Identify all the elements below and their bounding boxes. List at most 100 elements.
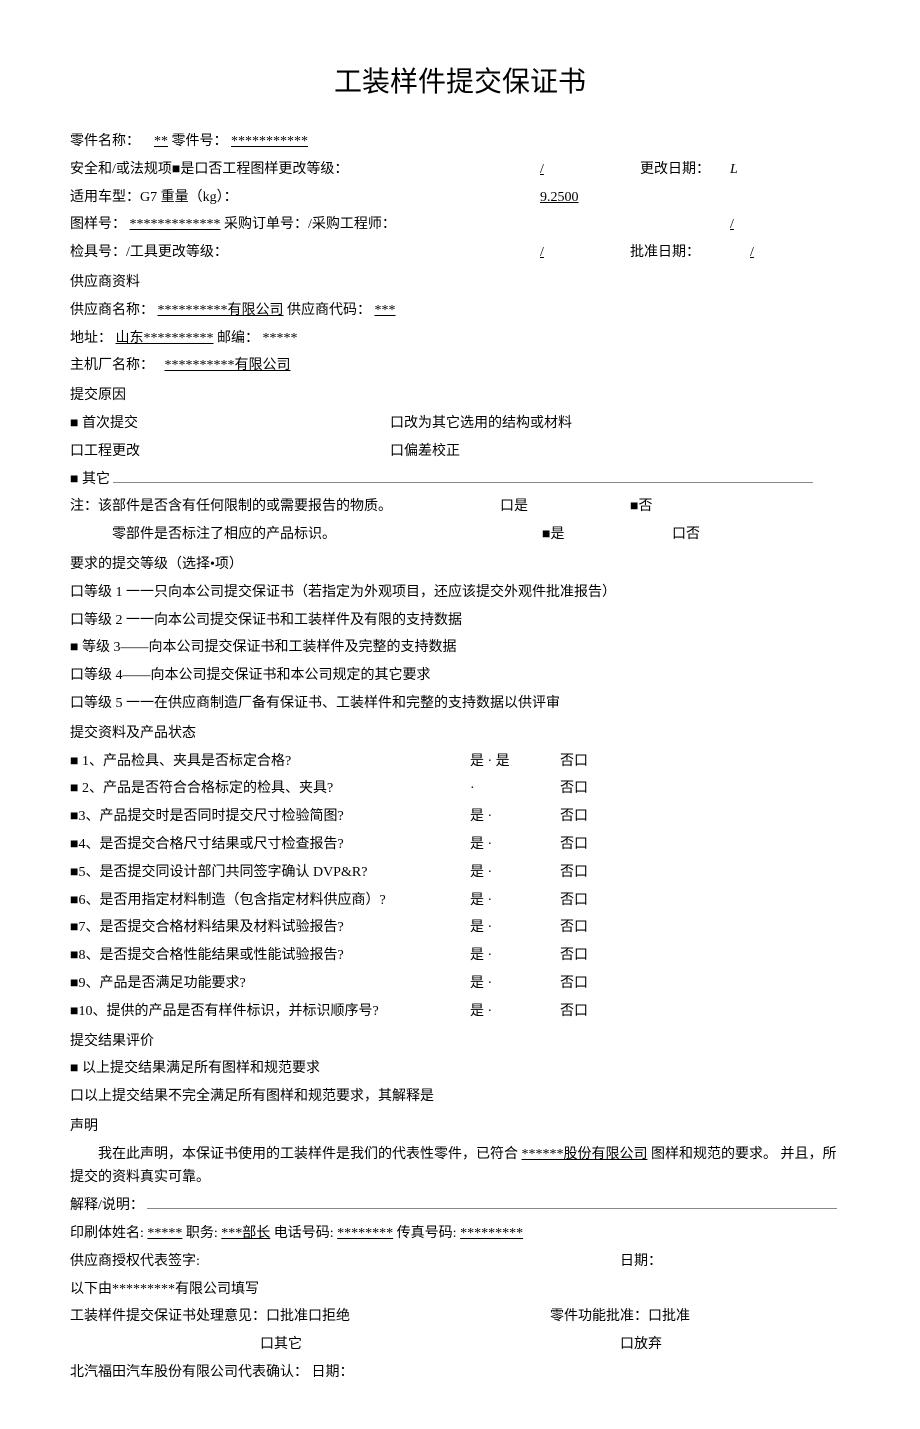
opinion-label: 工装样件提交保证书处理意见：口批准口拒绝 <box>70 1305 550 1329</box>
status-yes: 是 · <box>470 1000 560 1024</box>
supplier-addr-label: 地址： <box>70 331 112 346</box>
status-yes: 是 · <box>470 916 560 940</box>
supplier-code-label: 供应商代码： <box>287 303 371 318</box>
status-yes: · <box>470 777 560 801</box>
part-name-value: ** <box>154 134 168 149</box>
below-line: 以下由*********有限公司填写 <box>70 1278 850 1302</box>
level-3: ■ 等级 3——向本公司提交保证书和工装样件及完整的支持数据 <box>70 636 850 660</box>
status-no: 否口 <box>560 805 650 829</box>
explain-label: 解释/说明： <box>70 1198 144 1213</box>
model-value: 9.2500 <box>540 190 579 205</box>
oem-line: 主机厂名称： **********有限公司 <box>70 354 850 378</box>
status-no: 否口 <box>560 861 650 885</box>
supplier-zip-value: ***** <box>263 331 298 346</box>
result-ng: 口以上提交结果不完全满足所有图样和规范要求，其解释是 <box>70 1085 850 1109</box>
status-row: ■9、产品是否满足功能要求?是 ·否口 <box>70 972 850 996</box>
status-row: ■ 2、产品是否符合合格标定的检具、夹具?·否口 <box>70 777 850 801</box>
print-label: 印刷体姓名: <box>70 1226 144 1241</box>
print-value: ***** <box>147 1226 182 1241</box>
status-q: ■ 1、产品检具、夹具是否标定合格? <box>70 750 470 774</box>
tel-label: 电话号码: <box>274 1226 334 1241</box>
supplier-name-line: 供应商名称： **********有限公司 供应商代码： *** <box>70 299 850 323</box>
decl-body: 我在此声明，本保证书使用的工装样件是我们的代表性零件，已符合 ******股份有… <box>70 1143 850 1191</box>
status-q: ■3、产品提交时是否同时提交尺寸检验简图? <box>70 805 470 829</box>
safety-label: 安全和/或法规项■是口否工程图样更改等级： <box>70 158 540 182</box>
reason-first: ■ 首次提交 <box>70 412 390 436</box>
decl-header: 声明 <box>70 1115 850 1139</box>
decl-company: ******股份有限公司 <box>522 1147 648 1162</box>
opinion-line: 工装样件提交保证书处理意见：口批准口拒绝 零件功能批准：口批准 <box>70 1305 850 1329</box>
status-no: 否口 <box>560 777 650 801</box>
title-label: 职务: <box>186 1226 218 1241</box>
reason-other-line: ■ 其它 <box>70 468 850 492</box>
supplier-code-value: *** <box>375 303 396 318</box>
supplier-zip-label: 邮编： <box>217 331 259 346</box>
reason-row1: ■ 首次提交 口改为其它选用的结构或材料 <box>70 412 850 436</box>
level-2: 口等级 2 一一向本公司提交保证书和工装样件及有限的支持数据 <box>70 609 850 633</box>
status-yes: 是 · <box>470 889 560 913</box>
status-row: ■ 1、产品检具、夹具是否标定合格?是 · 是否口 <box>70 750 850 774</box>
status-row: ■3、产品提交时是否同时提交尺寸检验简图?是 ·否口 <box>70 805 850 829</box>
status-no: 否口 <box>560 833 650 857</box>
page-title: 工装样件提交保证书 <box>70 60 850 100</box>
status-yes: 是 · <box>470 972 560 996</box>
status-yes: 是 · <box>470 944 560 968</box>
drawing-value: ************* <box>130 217 221 232</box>
reason-material: 口改为其它选用的结构或材料 <box>390 412 850 436</box>
tel-value: ******** <box>337 1226 393 1241</box>
status-row: ■6、是否用指定材料制造（包含指定材料供应商）?是 ·否口 <box>70 889 850 913</box>
result-header: 提交结果评价 <box>70 1030 850 1054</box>
status-no: 否口 <box>560 916 650 940</box>
gauge-slash: / <box>540 245 544 260</box>
restricted-q2-yes: ■是 <box>542 523 672 547</box>
restricted-q1: 注：该部件是否含有任何限制的或需要报告的物质。 口是 ■否 <box>70 495 850 519</box>
explain-line: 解释/说明： <box>70 1194 850 1218</box>
change-date-value: L <box>730 162 738 177</box>
abandon-label: 口放弃 <box>620 1333 662 1357</box>
gauge-line: 检具号：/工具更改等级： / 批准日期： / <box>70 241 850 265</box>
decl-body1: 我在此声明，本保证书使用的工装样件是我们的代表性零件，已符合 <box>98 1147 518 1162</box>
oem-label: 主机厂名称： <box>70 358 154 373</box>
reason-row2: 口工程更改 口偏差校正 <box>70 440 850 464</box>
result-ok: ■ 以上提交结果满足所有图样和规范要求 <box>70 1057 850 1081</box>
reason-other-blank <box>113 468 813 483</box>
level-1: 口等级 1 一一只向本公司提交保证书（若指定为外观项目，还应该提交外观件批准报告… <box>70 581 850 605</box>
part-no-value: *********** <box>231 134 308 149</box>
restricted-q1-no: ■否 <box>630 495 760 519</box>
level-4: 口等级 4——向本公司提交保证书和本公司规定的其它要求 <box>70 664 850 688</box>
other-line: 口其它 口放弃 <box>70 1333 850 1357</box>
status-yes: 是 · <box>470 861 560 885</box>
status-row: ■5、是否提交同设计部门共同签字确认 DVP&R?是 ·否口 <box>70 861 850 885</box>
status-row: ■10、提供的产品是否有样件标识，并标识顺序号?是 ·否口 <box>70 1000 850 1024</box>
part-line: 零件名称： ** 零件号： *********** <box>70 130 850 154</box>
status-q: ■ 2、产品是否符合合格标定的检具、夹具? <box>70 777 470 801</box>
auth-date-label: 日期： <box>620 1250 662 1274</box>
status-header: 提交资料及产品状态 <box>70 722 850 746</box>
supplier-addr-value: 山东********** <box>116 331 214 346</box>
part-no-label: 零件号： <box>172 134 228 149</box>
drawing-label: 图样号： <box>70 217 126 232</box>
po-label: 采购订单号：/采购工程师： <box>224 217 396 232</box>
confirm-line: 北汽福田汽车股份有限公司代表确认： 日期： <box>70 1361 850 1385</box>
reason-header: 提交原因 <box>70 384 850 408</box>
status-yes: 是 · <box>470 833 560 857</box>
status-no: 否口 <box>560 750 650 774</box>
status-row: ■8、是否提交合格性能结果或性能试验报告?是 ·否口 <box>70 944 850 968</box>
func-label: 零件功能批准：口批准 <box>550 1305 690 1329</box>
other-label: 口其它 <box>260 1333 550 1357</box>
status-row: ■4、是否提交合格尺寸结果或尺寸检查报告?是 ·否口 <box>70 833 850 857</box>
explain-blank <box>147 1194 837 1209</box>
status-q: ■8、是否提交合格性能结果或性能试验报告? <box>70 944 470 968</box>
gauge-label: 检具号：/工具更改等级： <box>70 241 540 265</box>
part-name-label: 零件名称： <box>70 134 140 149</box>
oem-value: **********有限公司 <box>165 358 291 373</box>
status-no: 否口 <box>560 972 650 996</box>
auth-line: 供应商授权代表签字: 日期： <box>70 1250 850 1274</box>
safety-slash: / <box>540 162 544 177</box>
restricted-q2-no: 口否 <box>672 523 802 547</box>
status-q: ■4、是否提交合格尺寸结果或尺寸检查报告? <box>70 833 470 857</box>
model-line: 适用车型：G7 重量（kg）： 9.2500 <box>70 186 850 210</box>
status-q: ■6、是否用指定材料制造（包含指定材料供应商）? <box>70 889 470 913</box>
reason-other: ■ 其它 <box>70 472 110 487</box>
status-q: ■9、产品是否满足功能要求? <box>70 972 470 996</box>
